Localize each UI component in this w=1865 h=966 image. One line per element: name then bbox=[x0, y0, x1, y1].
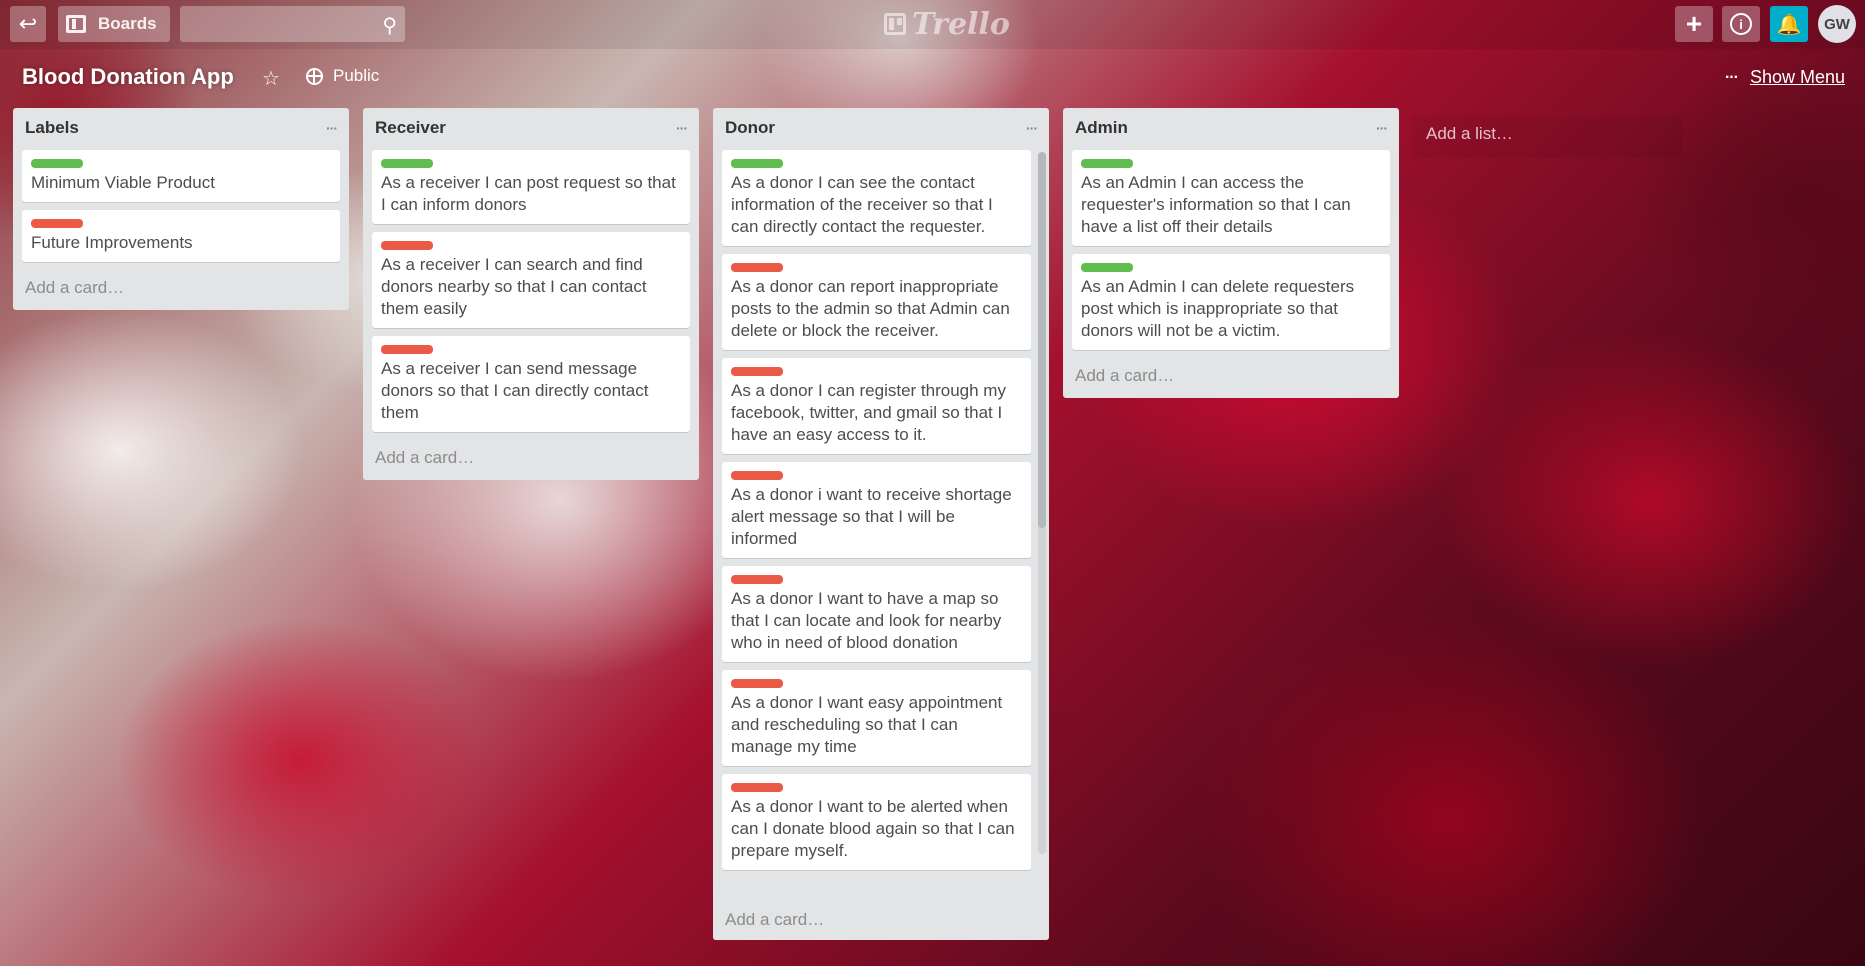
list-labels: Labels ··· Minimum Viable Product Future… bbox=[13, 108, 349, 310]
list-title[interactable]: Donor bbox=[725, 118, 775, 138]
trello-logo-text: Trello bbox=[912, 6, 1010, 42]
globe-icon bbox=[306, 67, 323, 85]
card-text: As an Admin I can access the requester's… bbox=[1081, 173, 1351, 236]
show-menu-label: Show Menu bbox=[1749, 67, 1845, 87]
boards-button[interactable]: Boards bbox=[58, 6, 170, 42]
top-header-bar: ↩ Boards ⚲ Trello + i 🔔 GW bbox=[0, 0, 1865, 49]
card-text: As a donor I want to be alerted when can… bbox=[731, 797, 1015, 860]
card[interactable]: As a donor i want to receive shortage al… bbox=[722, 462, 1031, 558]
add-card-button[interactable]: Add a card… bbox=[363, 440, 699, 480]
card-text: As a donor I want to have a map so that … bbox=[731, 589, 1002, 652]
list-menu-icon[interactable]: ··· bbox=[676, 120, 688, 136]
list-header[interactable]: Labels ··· bbox=[13, 108, 349, 148]
scrollbar-thumb[interactable] bbox=[1038, 152, 1046, 528]
label-red bbox=[731, 471, 783, 480]
label-green bbox=[1081, 263, 1133, 272]
card-text: As an Admin I can delete requesters post… bbox=[1081, 277, 1355, 340]
card[interactable]: As an Admin I can access the requester's… bbox=[1072, 150, 1390, 246]
label-red bbox=[731, 367, 783, 376]
card-list: As a donor I can see the contact informa… bbox=[713, 148, 1049, 898]
create-button[interactable]: + bbox=[1675, 6, 1713, 42]
card-text: As a receiver I can search and find dono… bbox=[381, 255, 647, 318]
card[interactable]: As a donor can report inappropriate post… bbox=[722, 254, 1031, 350]
search-icon[interactable]: ⚲ bbox=[382, 13, 397, 38]
visibility-button[interactable]: Public bbox=[306, 66, 379, 86]
label-red bbox=[731, 263, 783, 272]
card[interactable]: As a receiver I can search and find dono… bbox=[372, 232, 690, 328]
card[interactable]: As a donor I want easy appointment and r… bbox=[722, 670, 1031, 766]
list-receiver: Receiver ··· As a receiver I can post re… bbox=[363, 108, 699, 480]
search-box[interactable]: ⚲ bbox=[180, 6, 405, 42]
label-green bbox=[381, 159, 433, 168]
card-text: As a receiver I can send message donors … bbox=[381, 359, 649, 422]
card[interactable]: As a donor I want to have a map so that … bbox=[722, 566, 1031, 662]
info-icon: i bbox=[1730, 13, 1752, 35]
list-menu-icon[interactable]: ··· bbox=[326, 120, 338, 136]
label-red bbox=[381, 241, 433, 250]
card[interactable]: As a receiver I can send message donors … bbox=[372, 336, 690, 432]
notifications-button[interactable]: 🔔 bbox=[1770, 6, 1808, 42]
info-button[interactable]: i bbox=[1722, 6, 1760, 42]
show-menu-button[interactable]: ··· Show Menu bbox=[1725, 67, 1845, 88]
trello-logo-icon bbox=[884, 13, 906, 35]
card-text: Future Improvements bbox=[31, 233, 193, 252]
card-text: As a donor I want easy appointment and r… bbox=[731, 693, 1003, 756]
card-text: As a donor I can register through my fac… bbox=[731, 381, 1006, 444]
card[interactable]: As an Admin I can delete requesters post… bbox=[1072, 254, 1390, 350]
card-list: As a receiver I can post request so that… bbox=[363, 148, 699, 432]
list-donor: Donor ··· As a donor I can see the conta… bbox=[713, 108, 1049, 940]
avatar[interactable]: GW bbox=[1818, 5, 1856, 43]
card-text: As a donor i want to receive shortage al… bbox=[731, 485, 1012, 548]
add-list-button[interactable]: Add a list… bbox=[1412, 116, 1682, 158]
label-red bbox=[731, 575, 783, 584]
card-list: As an Admin I can access the requester's… bbox=[1063, 148, 1399, 350]
trello-logo[interactable]: Trello bbox=[884, 6, 1010, 42]
board-title[interactable]: Blood Donation App bbox=[22, 64, 234, 90]
card-text: Minimum Viable Product bbox=[31, 173, 215, 192]
card[interactable]: Future Improvements bbox=[22, 210, 340, 262]
card[interactable]: As a donor I can see the contact informa… bbox=[722, 150, 1031, 246]
label-red bbox=[731, 783, 783, 792]
back-button[interactable]: ↩ bbox=[10, 6, 46, 42]
list-title[interactable]: Receiver bbox=[375, 118, 446, 138]
list-admin: Admin ··· As an Admin I can access the r… bbox=[1063, 108, 1399, 398]
visibility-label: Public bbox=[333, 66, 380, 85]
plus-icon: + bbox=[1685, 8, 1703, 39]
list-title[interactable]: Admin bbox=[1075, 118, 1128, 138]
card[interactable]: As a donor I want to be alerted when can… bbox=[722, 774, 1031, 870]
label-green bbox=[731, 159, 783, 168]
card[interactable]: As a donor I can register through my fac… bbox=[722, 358, 1031, 454]
label-red bbox=[31, 219, 83, 228]
boards-label: Boards bbox=[98, 14, 157, 33]
card-text: As a donor I can see the contact informa… bbox=[731, 173, 993, 236]
list-title[interactable]: Labels bbox=[25, 118, 79, 138]
label-green bbox=[1081, 159, 1133, 168]
list-menu-icon[interactable]: ··· bbox=[1376, 120, 1388, 136]
add-card-button[interactable]: Add a card… bbox=[713, 900, 1049, 940]
back-arrow-icon: ↩ bbox=[18, 11, 38, 36]
card[interactable]: As a receiver I can post request so that… bbox=[372, 150, 690, 224]
list-menu-icon[interactable]: ··· bbox=[1026, 120, 1038, 136]
boards-icon bbox=[66, 15, 86, 33]
add-card-button[interactable]: Add a card… bbox=[1063, 358, 1399, 398]
card[interactable]: Minimum Viable Product bbox=[22, 150, 340, 202]
label-red bbox=[731, 679, 783, 688]
card-text: As a donor can report inappropriate post… bbox=[731, 277, 1010, 340]
search-input[interactable] bbox=[180, 6, 370, 42]
more-dots-icon: ··· bbox=[1724, 68, 1739, 86]
list-header[interactable]: Receiver ··· bbox=[363, 108, 699, 148]
card-text: As a receiver I can post request so that… bbox=[381, 173, 676, 214]
list-header[interactable]: Donor ··· bbox=[713, 108, 1049, 148]
bell-icon: 🔔 bbox=[1776, 13, 1802, 36]
card-list: Minimum Viable Product Future Improvemen… bbox=[13, 148, 349, 262]
label-green bbox=[31, 159, 83, 168]
label-red bbox=[381, 345, 433, 354]
add-card-button[interactable]: Add a card… bbox=[13, 270, 349, 310]
star-icon[interactable]: ☆ bbox=[262, 66, 280, 91]
list-header[interactable]: Admin ··· bbox=[1063, 108, 1399, 148]
